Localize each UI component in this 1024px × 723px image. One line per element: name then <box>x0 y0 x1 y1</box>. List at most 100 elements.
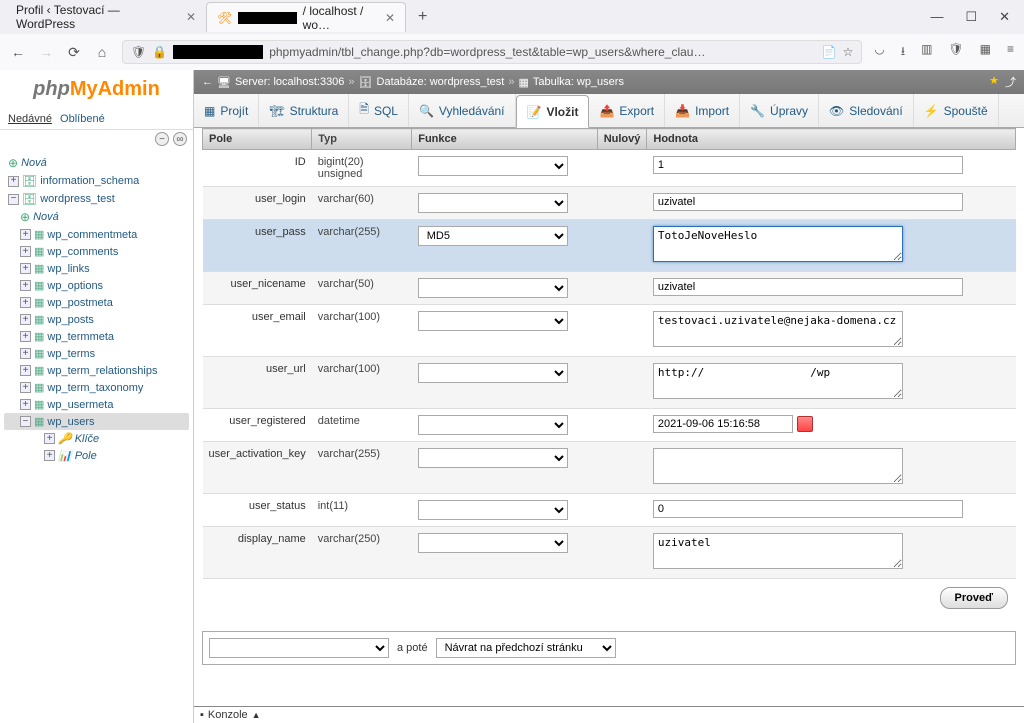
close-icon[interactable]: ✕ <box>999 9 1010 25</box>
value-textarea[interactable] <box>653 448 903 484</box>
tree-table[interactable]: +▦wp_term_relationships <box>4 362 189 379</box>
value-input[interactable] <box>653 278 963 296</box>
minimize-icon[interactable]: — <box>930 9 943 25</box>
pocket-icon[interactable]: ◡ <box>874 42 884 63</box>
close-icon[interactable]: ✕ <box>186 10 196 24</box>
tree-table[interactable]: +▦wp_term_taxonomy <box>4 379 189 396</box>
function-select[interactable] <box>418 415 568 435</box>
expand-icon[interactable]: + <box>20 331 31 342</box>
after-action-select[interactable]: Návrat na předchozí stránku <box>436 638 616 658</box>
tree-sub[interactable]: +🔑Klíče <box>4 430 189 447</box>
extensions-icon[interactable]: ▦ <box>980 42 991 63</box>
close-icon[interactable]: ✕ <box>385 11 395 25</box>
bookmark-icon[interactable]: ☆ <box>843 45 854 59</box>
forward-icon[interactable]: → <box>38 44 54 60</box>
console-bar[interactable]: ▪ Konzole ▲ <box>194 706 1024 723</box>
library-icon[interactable]: ▥ <box>921 42 932 63</box>
tab-export[interactable]: 📤Export <box>589 94 665 127</box>
pageup-icon[interactable]: ⤴ <box>1005 74 1016 90</box>
expand-icon[interactable]: + <box>20 246 31 257</box>
downloads-icon[interactable]: ⭳ <box>901 42 905 63</box>
expand-icon[interactable]: + <box>20 348 31 359</box>
tab-vyhledávání[interactable]: 🔍Vyhledávání <box>409 94 516 127</box>
value-input[interactable] <box>653 415 793 433</box>
tree-db[interactable]: +🗄information_schema <box>4 172 189 190</box>
tab-vložit[interactable]: 📝Vložit <box>516 95 590 128</box>
tab-sledování[interactable]: 👁Sledování <box>819 94 914 127</box>
home-icon[interactable]: ⌂ <box>94 44 110 60</box>
bc-database[interactable]: Databáze: wordpress_test <box>377 76 505 88</box>
bc-table[interactable]: Tabulka: wp_users <box>533 76 624 88</box>
tree-table[interactable]: +▦wp_postmeta <box>4 294 189 311</box>
tree-new[interactable]: ⊕Nová <box>4 208 189 226</box>
value-input[interactable] <box>653 193 963 211</box>
collapse-icon[interactable]: − <box>155 132 169 146</box>
tab-sql[interactable]: 🗎SQL <box>349 94 409 127</box>
tree-table[interactable]: +▦wp_termmeta <box>4 328 189 345</box>
expand-icon[interactable]: ∞ <box>173 132 187 146</box>
value-textarea[interactable]: testovaci.uzivatele@nejaka-domena.cz <box>653 311 903 347</box>
expand-icon[interactable]: + <box>20 314 31 325</box>
value-input[interactable] <box>653 500 963 518</box>
ublock-icon[interactable]: 🛡 <box>948 42 963 63</box>
tab-projít[interactable]: ▦Projít <box>194 94 259 127</box>
reload-icon[interactable]: ⟳ <box>66 44 82 61</box>
expand-icon[interactable]: + <box>20 365 31 376</box>
expand-icon[interactable]: + <box>20 263 31 274</box>
tree-table[interactable]: +▦wp_commentmeta <box>4 226 189 243</box>
tab-favorites[interactable]: Oblíbené <box>60 113 105 125</box>
expand-icon[interactable]: + <box>20 382 31 393</box>
function-select[interactable] <box>418 311 568 331</box>
expand-icon[interactable]: + <box>8 176 19 187</box>
tab-import[interactable]: 📥Import <box>665 94 740 127</box>
function-select[interactable] <box>418 193 568 213</box>
nav-collapse-icon[interactable]: ← <box>202 76 213 88</box>
bc-server[interactable]: Server: localhost:3306 <box>235 76 344 88</box>
browser-tab-1[interactable]: Profil ‹ Testovací — WordPress ✕ <box>6 2 206 32</box>
browser-tab-2[interactable]: 🛠 / localhost / wo… ✕ <box>206 2 406 32</box>
tree-table[interactable]: −▦wp_users <box>4 413 189 430</box>
tree-table[interactable]: +▦wp_options <box>4 277 189 294</box>
favorite-icon[interactable]: ★ <box>989 74 999 90</box>
reader-icon[interactable]: 📄 <box>822 45 837 59</box>
function-select[interactable] <box>418 363 568 383</box>
tree-table[interactable]: +▦wp_posts <box>4 311 189 328</box>
submit-button[interactable]: Proveď <box>940 587 1008 609</box>
tab-recent[interactable]: Nedávné <box>8 113 52 125</box>
expand-icon[interactable]: + <box>44 433 55 444</box>
menu-icon[interactable]: ≡ <box>1007 42 1014 63</box>
function-select[interactable] <box>418 448 568 468</box>
tree-new[interactable]: ⊕Nová <box>4 154 189 172</box>
tab-struktura[interactable]: 🏗Struktura <box>259 94 349 127</box>
tree-table[interactable]: +▦wp_comments <box>4 243 189 260</box>
expand-icon[interactable]: + <box>20 399 31 410</box>
tree-table[interactable]: +▦wp_links <box>4 260 189 277</box>
url-bar[interactable]: 🛡 🔒 phpmyadmin/tbl_change.php?db=wordpre… <box>122 40 862 64</box>
expand-icon[interactable]: + <box>44 450 55 461</box>
back-icon[interactable]: ← <box>10 44 26 60</box>
tab-spouště[interactable]: ⚡Spouště <box>914 94 999 127</box>
tree-db[interactable]: −🗄wordpress_test <box>4 190 189 208</box>
tree-table[interactable]: +▦wp_terms <box>4 345 189 362</box>
expand-icon[interactable]: + <box>20 229 31 240</box>
collapse-icon[interactable]: − <box>20 416 31 427</box>
value-textarea[interactable]: uzivatel <box>653 533 903 569</box>
new-tab-button[interactable]: + <box>412 8 433 26</box>
value-textarea[interactable]: http:// /wp <box>653 363 903 399</box>
function-select[interactable] <box>418 500 568 520</box>
function-select[interactable] <box>418 278 568 298</box>
tree-sub[interactable]: +📊Pole <box>4 447 189 464</box>
function-select[interactable] <box>418 156 568 176</box>
value-textarea[interactable]: TotoJeNoveHeslo <box>653 226 903 262</box>
insert-rows-select[interactable] <box>209 638 389 658</box>
function-select[interactable]: MD5 <box>418 226 568 246</box>
expand-icon[interactable]: + <box>20 280 31 291</box>
tab-úpravy[interactable]: 🔧Úpravy <box>740 94 819 127</box>
function-select[interactable] <box>418 533 568 553</box>
expand-icon[interactable]: + <box>20 297 31 308</box>
calendar-icon[interactable] <box>797 416 813 432</box>
collapse-icon[interactable]: − <box>8 194 19 205</box>
maximize-icon[interactable]: ☐ <box>965 9 977 25</box>
value-input[interactable] <box>653 156 963 174</box>
tree-table[interactable]: +▦wp_usermeta <box>4 396 189 413</box>
